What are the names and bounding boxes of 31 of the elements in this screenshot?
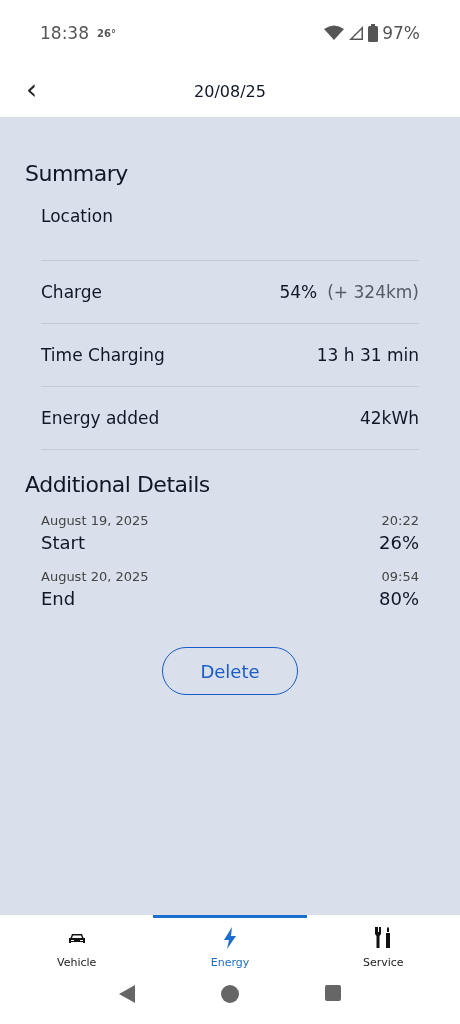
temperature: 26° [97,27,116,39]
battery-level: 97% [382,23,420,43]
entry-time: 09:54 [381,569,419,584]
row-label: Energy added [41,408,160,428]
nav-tab[interactable]: Service [306,915,460,983]
clock: 18:38 [40,23,89,43]
entry-label: End [41,588,76,609]
row-label: Charge [41,282,102,302]
location-label: Location [41,206,113,226]
back-nav-icon[interactable] [119,985,135,1003]
signal-icon [348,25,365,41]
home-nav-icon[interactable] [221,985,239,1003]
back-button[interactable]: ‹ [26,78,38,102]
battery-icon [368,24,379,42]
range-added: (+ 324km) [327,282,419,302]
row-value: 42kWh [359,408,419,428]
page-title: 20/08/25 [194,82,266,101]
row-value: 13 h 31 min [316,345,419,365]
wifi-icon [324,25,345,41]
entry-value: 26% [379,532,419,553]
entry-label: Start [41,532,85,553]
row-value: 54% [279,282,318,302]
nav-tab[interactable]: Energy [153,915,307,983]
nav-tab[interactable]: Vehicle [0,915,154,983]
entry-date: August 20, 2025 [41,569,149,584]
entry-date: August 19, 2025 [41,513,149,528]
entry-value: 80% [379,588,419,609]
section-title: Additional Details [25,472,211,497]
section-title: Summary [25,161,129,186]
entry-time: 20:22 [381,513,419,528]
row-label: Time Charging [41,345,165,365]
